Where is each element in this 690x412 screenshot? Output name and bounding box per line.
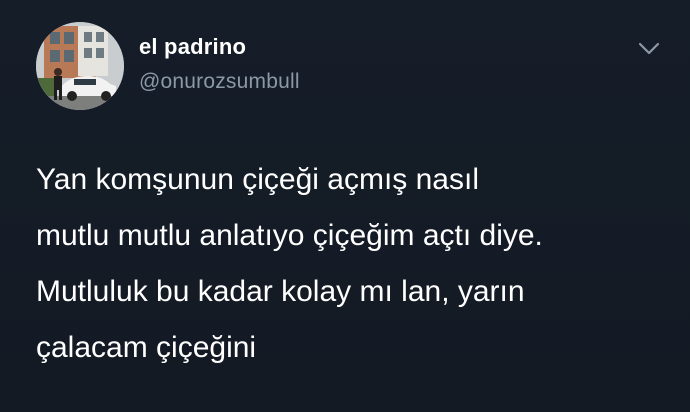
tweet-card: el padrino @onurozsumbull Yan komşunun ç… xyxy=(0,0,690,412)
tweet-text: Yan komşunun çiçeği açmış nasıl mutlu mu… xyxy=(36,152,676,376)
display-name[interactable]: el padrino xyxy=(139,34,246,60)
tweet-text-line: mutlu mutlu anlatıyo çiçeğim açtı diye. xyxy=(36,219,543,252)
avatar[interactable] xyxy=(36,22,124,110)
chevron-down-icon[interactable] xyxy=(636,38,662,58)
tweet-text-line: çalacam çiçeğini xyxy=(36,331,257,364)
profile-photo-icon xyxy=(36,22,124,110)
tweet-text-line: Mutluluk bu kadar kolay mı lan, yarın xyxy=(36,275,525,308)
tweet-text-line: Yan komşunun çiçeği açmış nasıl xyxy=(36,163,479,196)
user-handle[interactable]: @onurozsumbull xyxy=(139,70,300,94)
